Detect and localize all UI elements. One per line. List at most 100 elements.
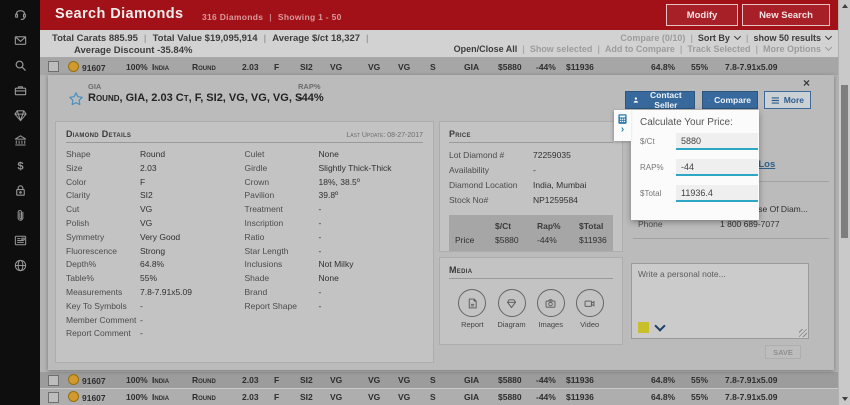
personal-note-box xyxy=(631,263,809,339)
media-card: Media Report Diagram Images Video xyxy=(439,257,623,345)
media-video-button[interactable]: Video xyxy=(576,289,604,329)
chevron-down-icon xyxy=(734,33,741,40)
menu-icon xyxy=(771,96,780,105)
toolbar-row-2: Open/Close All|Show selected|Add to Comp… xyxy=(454,44,832,55)
diagram-icon xyxy=(505,297,518,310)
rap-value: -44% xyxy=(298,92,324,104)
card-icon[interactable] xyxy=(12,232,28,248)
detail-row: Member Comment- xyxy=(66,314,245,328)
dollar-icon[interactable]: $ xyxy=(12,157,28,173)
detail-row: Star Length- xyxy=(245,245,424,259)
table-row[interactable]: 91607 100% India Round 2.03 F SI2 VG VG … xyxy=(40,372,838,388)
detail-row: Crown18%, 38.5º xyxy=(245,176,424,190)
search-icon[interactable] xyxy=(12,57,28,73)
page-header: Search Diamonds 316 Diamonds|Showing 1 -… xyxy=(40,0,838,30)
media-images-button[interactable]: Images xyxy=(537,289,565,329)
result-summary: 316 Diamonds|Showing 1 - 50 xyxy=(202,12,342,22)
chevron-down-icon xyxy=(825,33,832,40)
more-button[interactable]: More xyxy=(764,91,811,109)
table-row[interactable]: 91607 100% India Round 2.03 F SI2 VG VG … xyxy=(40,388,838,405)
modify-button[interactable]: Modify xyxy=(666,4,738,26)
vertical-scrollbar[interactable] xyxy=(838,0,850,405)
row-checkbox[interactable] xyxy=(48,375,59,386)
stat-item: Total Value $19,095,914| xyxy=(153,33,273,44)
calc-input[interactable] xyxy=(676,159,758,176)
scroll-up-icon[interactable] xyxy=(842,4,848,8)
briefcase-icon[interactable] xyxy=(12,82,28,98)
lock-icon[interactable] xyxy=(12,182,28,198)
coin-icon xyxy=(68,391,79,402)
calc-input[interactable] xyxy=(676,185,758,202)
diamond-detail-panel: × GIA Round, GIA, 2.03 Ct, F, SI2, VG, V… xyxy=(48,75,834,370)
detail-row: Treatment- xyxy=(245,203,424,217)
detail-row: Key To Symbols- xyxy=(66,300,245,314)
card-title: Diamond Details xyxy=(66,129,131,139)
svg-text:$: $ xyxy=(17,160,24,172)
person-icon xyxy=(632,95,640,105)
calc-fields: $/Ct RAP% $Total xyxy=(640,133,750,202)
globe-icon[interactable] xyxy=(12,257,28,273)
price-row: Stock No#NP1259584 xyxy=(449,193,613,208)
calc-field: RAP% xyxy=(640,159,750,176)
stat-item: Total Carats 885.95| xyxy=(52,33,153,44)
row-id: 91607 xyxy=(68,391,126,403)
new-search-button[interactable]: New Search xyxy=(742,4,830,26)
bank-icon[interactable] xyxy=(12,132,28,148)
phone-icon[interactable] xyxy=(12,7,28,23)
add-to-compare: Add to Compare xyxy=(605,44,675,54)
detail-row: Size2.03 xyxy=(66,162,245,176)
popup-title: Calculate Your Price: xyxy=(640,117,750,128)
coin-icon xyxy=(68,374,79,385)
stat-average-discount: Average Discount -35.84% xyxy=(52,45,375,56)
contact-seller-button[interactable]: Contact Seller xyxy=(625,91,695,109)
price-table: $/Ct Rap% $Total Price $5880 -44% $11936 xyxy=(449,215,613,251)
row-checkbox[interactable] xyxy=(48,61,59,72)
compare-button[interactable]: Compare xyxy=(702,91,758,109)
open-close-all[interactable]: Open/Close All xyxy=(454,44,518,54)
last-update: Last Update: 08-27-2017 xyxy=(346,132,423,139)
detail-row: Brand- xyxy=(245,286,424,300)
coin-icon xyxy=(68,61,79,72)
cert-lab-label: GIA xyxy=(88,82,101,91)
detail-row: GirdleSlightly Thick-Thick xyxy=(245,162,424,176)
mail-icon[interactable] xyxy=(12,32,28,48)
star-icon[interactable] xyxy=(68,91,84,112)
detail-row: Inscription- xyxy=(245,217,424,231)
diamond-summary-title: Round, GIA, 2.03 Ct, F, SI2, VG, VG, VG,… xyxy=(88,92,302,104)
media-diagram-button[interactable]: Diagram xyxy=(497,289,525,329)
stats-toolbar: Total Carats 885.95|Total Value $19,095,… xyxy=(40,30,838,58)
detail-row: Measurements7.8-7.91x5.09 xyxy=(66,286,245,300)
close-icon[interactable]: × xyxy=(803,76,810,90)
track-selected: Track Selected xyxy=(687,44,750,54)
media-report-button[interactable]: Report xyxy=(458,289,486,329)
row-checkbox[interactable] xyxy=(48,392,59,403)
detail-row: SymmetryVery Good xyxy=(66,231,245,245)
result-count: 316 Diamonds xyxy=(202,12,263,22)
diamond-icon[interactable] xyxy=(12,107,28,123)
chevron-right-icon[interactable]: › xyxy=(621,126,624,134)
calc-input[interactable] xyxy=(676,133,758,150)
paperclip-icon[interactable] xyxy=(12,207,28,223)
save-note-button[interactable]: Save xyxy=(765,345,801,359)
detail-row: Depth%64.8% xyxy=(66,258,245,272)
detail-row: Report Comment- xyxy=(66,327,245,341)
show-selected: Show selected xyxy=(530,44,593,54)
table-row[interactable]: 91607 100% India Round 2.03 F SI2 VG VG … xyxy=(40,58,838,75)
scrollbar-thumb[interactable] xyxy=(841,85,848,238)
detail-row: InclusionsNot Milky xyxy=(245,258,424,272)
sort-by-dropdown[interactable]: Sort By xyxy=(698,33,741,43)
scroll-down-icon[interactable] xyxy=(842,397,848,401)
scale-icon xyxy=(709,95,710,106)
note-color-swatch[interactable] xyxy=(638,322,649,333)
compare-counter: Compare (0/10) xyxy=(620,33,685,43)
resize-handle[interactable] xyxy=(799,329,807,337)
divider xyxy=(633,238,829,239)
show-results-dropdown[interactable]: show 50 results xyxy=(753,33,832,43)
stats-line1: Total Carats 885.95|Total Value $19,095,… xyxy=(52,33,375,44)
detail-row: ShapeRound xyxy=(66,148,245,162)
toolbar-row-1: Compare (0/10)|Sort By|show 50 results xyxy=(454,33,832,44)
calculator-tab[interactable]: › xyxy=(614,110,631,141)
detail-row: ShadeNone xyxy=(245,272,424,286)
price-row: Availability- xyxy=(449,163,613,178)
results-table-rows: 91607 100% India Round 2.03 F SI2 VG VG … xyxy=(40,372,838,405)
